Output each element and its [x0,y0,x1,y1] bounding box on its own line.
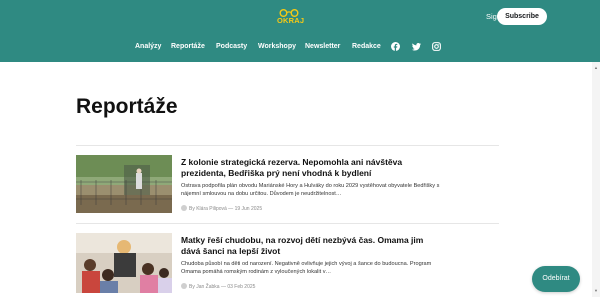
logo-text: OKRAJ [277,16,305,25]
article-thumbnail[interactable] [76,155,172,213]
article-excerpt: Ostrava podpořila plán obvodu Mariánské … [181,183,440,197]
article-title[interactable]: Z kolonie strategická rezerva. Nepomohla… [181,157,439,179]
nav-item-analyzy[interactable]: Analýzy [135,42,161,52]
nav-item-reportaze[interactable]: Reportáže [171,42,205,52]
subscribe-floating-button[interactable]: Odebírat [532,266,580,292]
divider [76,145,499,146]
instagram-icon[interactable] [432,42,441,51]
author-avatar [181,205,187,211]
article-meta: By Klára Pilipová — 19 Jun 2025 [181,205,262,213]
article-meta-text: By Jan Žabka — 03 Feb 2025 [189,284,256,290]
facebook-icon[interactable] [391,42,400,51]
article-title[interactable]: Matky řeší chudobu, na rozvoj dětí nezbý… [181,235,439,257]
twitter-icon[interactable] [412,42,421,51]
author-avatar [181,283,187,289]
subscribe-button[interactable]: Subscribe [497,8,547,25]
site-logo[interactable]: OKRAJ [277,9,305,26]
scroll-down-icon[interactable]: ▼ [594,288,598,293]
nav-item-workshopy[interactable]: Workshopy [258,42,296,52]
photo-children-group-icon [76,233,172,293]
photo-fence-playground-icon [76,155,172,213]
main-nav: Analýzy Reportáže Podcasty Workshopy New… [0,40,600,54]
article-excerpt: Chudoba působí na děti od narození. Nega… [181,261,432,275]
site-header: OKRAJ Sign in Subscribe Analýzy Reportáž… [0,0,600,62]
scrollbar[interactable] [592,62,600,297]
nav-item-newsletter[interactable]: Newsletter [305,42,340,52]
nav-item-redakce[interactable]: Redakce [352,42,381,52]
page-title: Reportáže [76,95,178,118]
nav-item-podcasty[interactable]: Podcasty [216,42,247,52]
article-meta-text: By Klára Pilipová — 19 Jun 2025 [189,206,263,212]
divider [76,223,499,224]
scroll-up-icon[interactable]: ▲ [594,65,598,70]
article-thumbnail[interactable] [76,233,172,293]
article-meta: By Jan Žabka — 03 Feb 2025 [181,283,255,291]
